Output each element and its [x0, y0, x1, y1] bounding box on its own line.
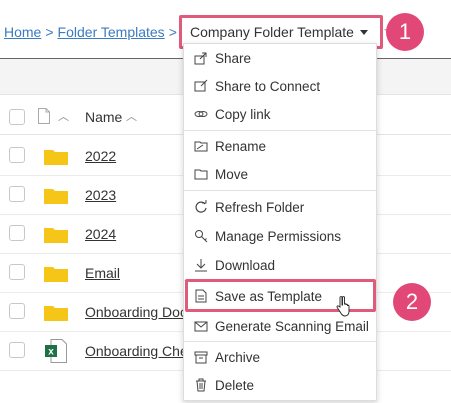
- caret-down-icon: [359, 29, 368, 35]
- folder-icon: [44, 267, 68, 282]
- row-checkbox[interactable]: [9, 264, 25, 280]
- select-all-checkbox[interactable]: [9, 109, 25, 125]
- breadcrumb-separator: >: [168, 24, 177, 40]
- file-name-link[interactable]: 2022: [85, 148, 116, 164]
- menu-item-delete[interactable]: Delete: [184, 371, 376, 399]
- step-callout-2: 2: [393, 283, 431, 321]
- menu-item-archive[interactable]: Archive: [184, 343, 376, 371]
- breadcrumb-home-link[interactable]: Home: [4, 24, 41, 40]
- menu-item-refresh-folder[interactable]: Refresh Folder: [184, 193, 376, 221]
- file-name-link[interactable]: 2024: [85, 226, 116, 242]
- hand-cursor-icon: [336, 296, 350, 317]
- row-checkbox[interactable]: [9, 225, 25, 241]
- file-name-link[interactable]: 2023: [85, 187, 116, 203]
- menu-item-share-to-connect[interactable]: Share to Connect: [184, 72, 376, 100]
- trash-icon: [193, 377, 209, 393]
- menu-item-move[interactable]: Move: [184, 160, 376, 188]
- row-checkbox[interactable]: [9, 147, 25, 163]
- sort-arrow-icon[interactable]: ︿: [126, 108, 137, 124]
- current-folder-label: Company Folder Template: [190, 24, 354, 40]
- breadcrumb-separator: >: [45, 24, 54, 40]
- row-checkbox[interactable]: [9, 342, 25, 358]
- menu-item-rename[interactable]: Rename: [184, 132, 376, 160]
- menu-item-download[interactable]: Download: [184, 251, 376, 279]
- share-connect-icon: [193, 78, 209, 94]
- file-name-link[interactable]: Onboarding Doc: [85, 304, 187, 320]
- row-checkbox[interactable]: [9, 186, 25, 202]
- svg-text:x: x: [48, 347, 54, 358]
- step-callout-1: 1: [386, 13, 424, 51]
- folder-icon: [44, 150, 68, 165]
- envelope-icon: [193, 318, 209, 334]
- breadcrumb-folder-templates-link[interactable]: Folder Templates: [58, 24, 165, 40]
- sort-arrow-icon[interactable]: ︿: [58, 108, 69, 124]
- menu-separator: [184, 280, 376, 281]
- document-icon: [38, 108, 50, 124]
- menu-separator: [184, 130, 376, 131]
- link-icon: [193, 106, 209, 122]
- menu-item-manage-permissions[interactable]: Manage Permissions: [184, 222, 376, 250]
- share-icon: [193, 50, 209, 66]
- menu-separator: [184, 190, 376, 191]
- menu-separator: [184, 341, 376, 342]
- key-icon: [193, 228, 209, 244]
- folder-context-menu: Share Share to Connect Copy link Rename …: [183, 43, 377, 401]
- name-column-header[interactable]: Name: [85, 109, 122, 125]
- row-checkbox[interactable]: [9, 303, 25, 319]
- refresh-icon: [193, 199, 209, 215]
- file-name-link[interactable]: Onboarding Che: [85, 343, 188, 359]
- move-icon: [193, 166, 209, 182]
- folder-icon: [44, 228, 68, 243]
- archive-icon: [193, 349, 209, 365]
- menu-item-copy-link[interactable]: Copy link: [184, 100, 376, 128]
- excel-file-icon: x: [45, 339, 67, 363]
- download-icon: [193, 257, 209, 273]
- file-name-link[interactable]: Email: [85, 265, 120, 281]
- rename-icon: [193, 138, 209, 154]
- breadcrumb: Home > Folder Templates >: [4, 16, 181, 48]
- menu-item-share[interactable]: Share: [184, 44, 376, 72]
- template-icon: [193, 288, 209, 304]
- folder-icon: [44, 306, 68, 321]
- folder-icon: [44, 189, 68, 204]
